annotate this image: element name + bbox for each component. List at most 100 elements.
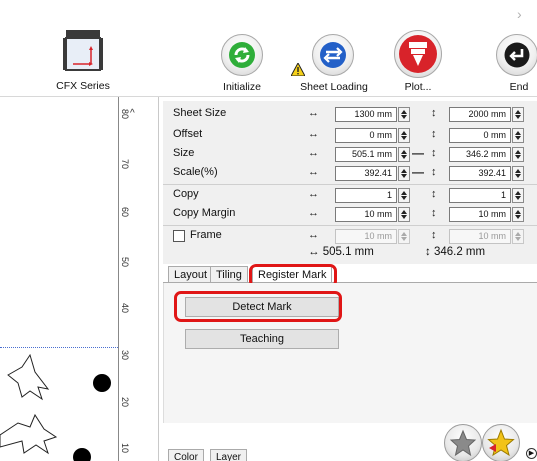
- sheet-height-field[interactable]: 2000 mm: [449, 107, 511, 122]
- frame-label: Frame: [190, 229, 222, 241]
- size-width-spinner[interactable]: [398, 147, 410, 162]
- vertical-arrow-icon: ↕: [431, 188, 437, 200]
- horizontal-arrow-icon: ↔: [308, 166, 319, 178]
- machine-selector[interactable]: CFX Series: [55, 28, 111, 92]
- end-label: End: [509, 81, 529, 93]
- scroll-up-icon[interactable]: ^: [130, 108, 135, 119]
- vertical-arrow-icon: ↕: [431, 147, 437, 159]
- copy-margin-y-field[interactable]: 10 mm: [449, 207, 511, 222]
- sheet-size-label: Sheet Size: [173, 107, 227, 119]
- chevron-right-icon[interactable]: ›: [517, 6, 522, 22]
- horizontal-arrow-icon: ↔: [308, 188, 319, 200]
- copy-margin-x-field[interactable]: 10 mm: [335, 207, 397, 222]
- offset-label: Offset: [173, 128, 203, 140]
- detect-mark-highlight: [174, 291, 342, 322]
- preview-shapes: [0, 353, 111, 461]
- size-height-field[interactable]: 346.2 mm: [449, 147, 511, 162]
- sheet-width-field[interactable]: 1300 mm: [335, 107, 397, 122]
- ruler-tick: 10: [120, 443, 130, 454]
- vertical-arrow-icon: ↕: [431, 107, 437, 119]
- ruler-tick: 80: [120, 109, 130, 120]
- size-height-spinner[interactable]: [512, 147, 524, 162]
- sheet-height-spinner[interactable]: [512, 107, 524, 122]
- horizontal-arrow-icon: ↔: [308, 207, 319, 219]
- settings-row-frame: Frame ↔ 10 mm ↕ 10 mm: [163, 226, 537, 247]
- end-button[interactable]: End: [486, 34, 537, 94]
- size-label: Size: [173, 147, 195, 159]
- return-icon: [504, 42, 530, 68]
- swap-arrows-icon: [320, 42, 346, 68]
- ruler-tick: 40: [120, 303, 130, 314]
- vertical-arrow-icon: ↕: [431, 128, 437, 140]
- plotter-icon: [63, 30, 103, 71]
- copy-y-field[interactable]: 1: [449, 188, 511, 203]
- teaching-button[interactable]: Teaching: [185, 329, 339, 349]
- copy-x-spinner[interactable]: [398, 188, 410, 203]
- preview-border-line: [0, 347, 118, 348]
- settings-row-scale: Scale(%) ↔ 392.41 — ↕ 392.41: [163, 163, 537, 184]
- plot-button[interactable]: Plot...: [388, 30, 448, 94]
- frame-x-field[interactable]: 10 mm: [335, 229, 397, 244]
- vertical-arrow-icon: ↕: [431, 207, 437, 219]
- frame-y-field[interactable]: 10 mm: [449, 229, 511, 244]
- horizontal-arrow-icon: ↔: [308, 128, 319, 140]
- copy-margin-label: Copy Margin: [173, 207, 236, 219]
- tab-layer[interactable]: Layer: [210, 449, 248, 461]
- copy-x-field[interactable]: 1: [335, 188, 397, 203]
- vertical-arrow-icon: ↕: [431, 166, 437, 178]
- panel-splitter[interactable]: [158, 97, 159, 461]
- frame-checkbox[interactable]: [173, 230, 185, 242]
- refresh-icon: [229, 42, 255, 68]
- frame-x-spinner[interactable]: [398, 229, 410, 244]
- sheet-loading-label: Sheet Loading: [300, 81, 368, 93]
- plotter-head-icon: [399, 35, 437, 73]
- offset-x-spinner[interactable]: [398, 128, 410, 143]
- tab-layout[interactable]: Layout: [168, 266, 214, 283]
- initialize-label: Initialize: [223, 81, 261, 93]
- settings-row-copy-margin: Copy Margin ↔ 10 mm ↕ 10 mm: [163, 204, 537, 225]
- favorite-gray-button[interactable]: [444, 424, 482, 461]
- aspect-link-icon[interactable]: —: [412, 165, 424, 179]
- offset-y-field[interactable]: 0 mm: [449, 128, 511, 143]
- horizontal-arrow-icon: ↔: [308, 229, 319, 241]
- layout-preview[interactable]: [0, 97, 159, 461]
- star-add-icon: [487, 428, 515, 457]
- tab-color[interactable]: Color: [168, 449, 204, 461]
- sheet-width-spinner[interactable]: [398, 107, 410, 122]
- expand-icon[interactable]: ▶: [526, 448, 537, 459]
- copy-margin-y-spinner[interactable]: [512, 207, 524, 222]
- frame-y-spinner[interactable]: [512, 229, 524, 244]
- scale-y-spinner[interactable]: [512, 166, 524, 181]
- scale-y-field[interactable]: 392.41: [449, 166, 511, 181]
- machine-label: CFX Series: [56, 80, 110, 92]
- initialize-button[interactable]: Initialize: [212, 34, 272, 94]
- offset-y-spinner[interactable]: [512, 128, 524, 143]
- horizontal-arrow-icon: ↔: [308, 147, 319, 159]
- tab-tiling[interactable]: Tiling: [210, 266, 248, 283]
- vertical-ruler: 80 70 60 50 40 30 20 10: [118, 97, 132, 461]
- ruler-tick: 60: [120, 207, 130, 218]
- settings-row-offset: Offset ↔ 0 mm ↕ 0 mm: [163, 125, 537, 146]
- ruler-tick: 30: [120, 350, 130, 361]
- offset-x-field[interactable]: 0 mm: [335, 128, 397, 143]
- warning-icon: [291, 63, 305, 76]
- horizontal-arrow-icon: ↔: [308, 107, 319, 119]
- copy-y-spinner[interactable]: [512, 188, 524, 203]
- aspect-link-icon[interactable]: —: [412, 146, 424, 160]
- plot-label: Plot...: [404, 81, 432, 93]
- copy-margin-x-spinner[interactable]: [398, 207, 410, 222]
- scale-label: Scale(%): [173, 166, 218, 178]
- settings-row-copy: Copy ↔ 1 ↕ 1: [163, 185, 537, 206]
- ruler-tick: 70: [120, 159, 130, 170]
- settings-row-sheet-size: Sheet Size ↔ 1300 mm ↕ 2000 mm: [163, 104, 537, 125]
- scale-x-spinner[interactable]: [398, 166, 410, 181]
- sheet-settings-panel: Sheet Size ↔ 1300 mm ↕ 2000 mm Offset ↔ …: [163, 101, 537, 264]
- vertical-arrow-icon: ↕: [431, 229, 437, 241]
- copy-label: Copy: [173, 188, 199, 200]
- sheet-loading-button[interactable]: Sheet Loading: [291, 34, 371, 94]
- star-icon: [449, 429, 477, 457]
- size-width-field[interactable]: 505.1 mm: [335, 147, 397, 162]
- ruler-tick: 20: [120, 397, 130, 408]
- scale-x-field[interactable]: 392.41: [335, 166, 397, 181]
- favorite-add-button[interactable]: [482, 424, 520, 461]
